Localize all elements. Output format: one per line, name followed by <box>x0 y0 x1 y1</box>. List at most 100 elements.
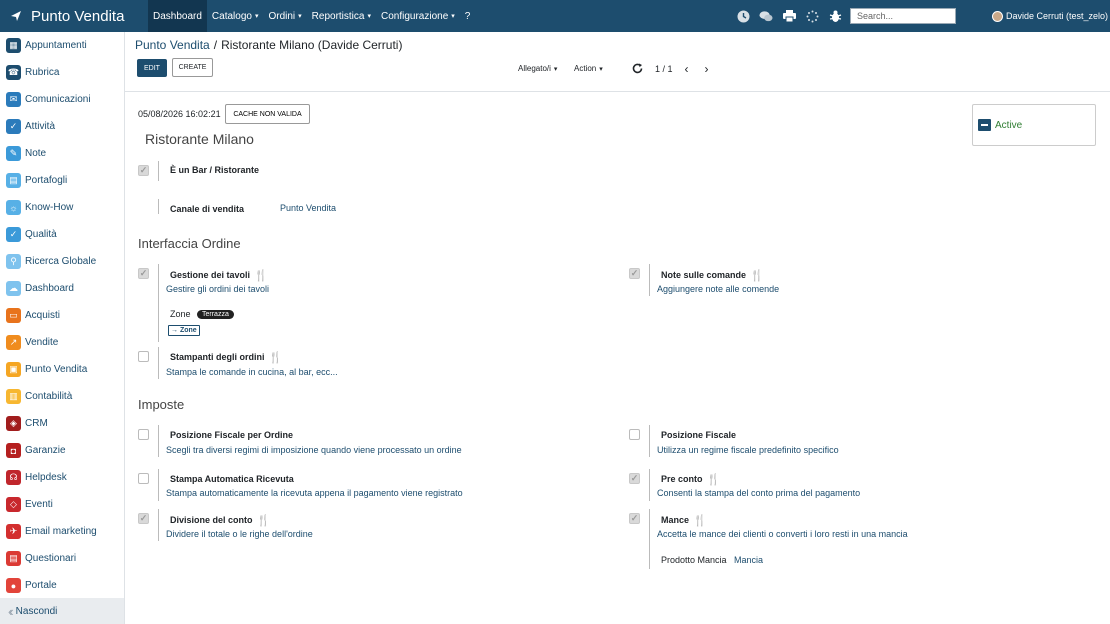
split-bill-checkbox[interactable] <box>138 513 149 524</box>
app-icon: ✈ <box>6 524 21 539</box>
fiscal-per-order-checkbox[interactable] <box>138 429 149 440</box>
table-management-label: Gestione dei tavoli 🍴 <box>170 269 268 282</box>
app-icon: ☁ <box>6 281 21 296</box>
sidebar-item-note[interactable]: ✎ Note <box>0 140 124 167</box>
attachment-dropdown[interactable]: Allegato/i ▾ <box>518 64 557 73</box>
sidebar-item-qualit-[interactable]: ✓ Qualità <box>0 221 124 248</box>
zones-button[interactable]: → Zone <box>168 325 200 336</box>
sidebar-item-crm[interactable]: ◈ CRM <box>0 410 124 437</box>
order-printers-label-text: Stampanti degli ordini <box>170 352 265 362</box>
menu-item-catalogo[interactable]: Catalogo ▾ <box>207 0 264 32</box>
menu-item-ordini[interactable]: Ordini ▾ <box>263 0 306 32</box>
table-management-label-text: Gestione dei tavoli <box>170 270 251 280</box>
sidebar-item-email-marketing[interactable]: ✈ Email marketing <box>0 518 124 545</box>
action-label: Action <box>574 64 597 73</box>
caret-down-icon: ▾ <box>599 66 603 73</box>
action-dropdown[interactable]: Action ▾ <box>574 64 603 73</box>
setting-divider <box>158 161 159 181</box>
pre-bill-checkbox[interactable] <box>629 473 640 484</box>
sidebar-item-attivit-[interactable]: ✓ Attività <box>0 113 124 140</box>
split-bill-label-text: Divisione del conto <box>170 515 253 525</box>
menu-item-label: Reportistica <box>311 10 365 22</box>
fiscal-per-order-label: Posizione Fiscale per Ordine <box>170 430 294 440</box>
sidebar-item-know-how[interactable]: ☼ Know-How <box>0 194 124 221</box>
sidebar-item-helpdesk[interactable]: ☊ Helpdesk <box>0 464 124 491</box>
pre-bill-desc: Consenti la stampa del conto prima del p… <box>657 488 861 498</box>
sidebar-item-label: Portale <box>25 580 57 591</box>
pager-value[interactable]: 1 / 1 <box>655 64 673 74</box>
sidebar-item-label: Eventi <box>25 499 53 510</box>
table-management-desc: Gestire gli ordini dei tavoli <box>166 284 270 294</box>
sidebar-item-questionari[interactable]: ▤ Questionari <box>0 545 124 572</box>
invalidate-cache-button[interactable]: CACHE NON VALIDA <box>225 104 310 124</box>
tips-checkbox[interactable] <box>629 513 640 524</box>
fiscal-position-checkbox[interactable] <box>629 429 640 440</box>
sidebar-item-appuntamenti[interactable]: ▦ Appuntamenti <box>0 32 124 59</box>
caret-down-icon: ▾ <box>298 13 302 20</box>
menu-item-configurazione[interactable]: Configurazione ▾ <box>376 0 460 32</box>
sidebar-item-label: Comunicazioni <box>25 94 91 105</box>
edit-button[interactable]: EDIT <box>137 59 167 77</box>
menu-item-reportistica[interactable]: Reportistica ▾ <box>307 0 376 32</box>
app-icon: ☊ <box>6 470 21 485</box>
fork-knife-icon: 🍴 <box>706 474 721 486</box>
sidebar-hide-button[interactable]: ‹‹ Nascondi <box>0 598 124 624</box>
table-management-checkbox[interactable] <box>138 268 149 279</box>
setting-divider <box>158 469 159 501</box>
avatar <box>992 10 1003 22</box>
status-button[interactable]: Active <box>972 104 1096 146</box>
user-menu[interactable]: Davide Cerruti (test_zelo) <box>992 0 1108 32</box>
order-printers-checkbox[interactable] <box>138 351 149 362</box>
global-search-input[interactable] <box>850 8 956 24</box>
sidebar-item-dashboard[interactable]: ☁ Dashboard <box>0 275 124 302</box>
app-icon: ✉ <box>6 92 21 107</box>
sidebar-item-ricerca-globale[interactable]: ⚲ Ricerca Globale <box>0 248 124 275</box>
clock-icon[interactable] <box>736 9 750 23</box>
menu-item-help[interactable]: ? <box>460 0 476 32</box>
app-icon: ▤ <box>6 551 21 566</box>
caret-down-icon: ▾ <box>451 13 455 20</box>
caret-down-icon: ▾ <box>254 13 259 20</box>
tip-product-value[interactable]: Mancia <box>734 555 763 565</box>
sidebar-item-acquisti[interactable]: ▭ Acquisti <box>0 302 124 329</box>
sidebar-item-comunicazioni[interactable]: ✉ Comunicazioni <box>0 86 124 113</box>
chat-icon[interactable] <box>759 9 773 23</box>
sidebar-item-portafogli[interactable]: ▤ Portafogli <box>0 167 124 194</box>
setting-divider <box>158 347 159 379</box>
breadcrumb-parent[interactable]: Punto Vendita <box>135 38 210 52</box>
is-bar-checkbox[interactable] <box>138 165 149 176</box>
brand[interactable]: Punto Vendita <box>0 8 140 25</box>
sidebar-list: ▦ Appuntamenti ☎ Rubrica ✉ Comunicazioni ✓ Atti… <box>0 32 124 599</box>
sidebar-item-eventi[interactable]: ◇ Eventi <box>0 491 124 518</box>
order-notes-desc: Aggiungere note alle comende <box>657 284 780 294</box>
chevron-right-icon[interactable]: › <box>705 62 709 76</box>
sidebar-item-label: Questionari <box>25 553 77 564</box>
fiscal-position-desc: Utilizza un regime fiscale predefinito s… <box>657 445 839 455</box>
print-icon[interactable] <box>782 9 796 23</box>
sidebar-item-vendite[interactable]: ↗ Vendite <box>0 329 124 356</box>
chevron-left-icon[interactable]: ‹ <box>685 62 689 76</box>
sidebar-item-rubrica[interactable]: ☎ Rubrica <box>0 59 124 86</box>
user-name: Davide Cerruti (test_zelo) <box>1006 11 1109 21</box>
create-button[interactable]: CREATE <box>172 58 213 77</box>
sidebar-item-contabilit-[interactable]: ▥ Contabilità <box>0 383 124 410</box>
brand-name: Punto Vendita <box>31 7 125 25</box>
menu-item-dashboard[interactable]: Dashboard <box>148 0 207 32</box>
order-notes-label: Note sulle comande 🍴 <box>661 269 764 282</box>
refresh-icon[interactable] <box>632 63 643 76</box>
setting-divider <box>158 425 159 457</box>
tip-product-label: Prodotto Mancia <box>661 555 727 565</box>
sidebar-item-label: Note <box>25 148 47 159</box>
sales-channel-value[interactable]: Punto Vendita <box>280 203 336 213</box>
sidebar-item-garanzie[interactable]: ◘ Garanzie <box>0 437 124 464</box>
auto-receipt-checkbox[interactable] <box>138 473 149 484</box>
sidebar-item-portale[interactable]: ● Portale <box>0 572 124 599</box>
sidebar-item-punto-vendita[interactable]: ▣ Punto Vendita <box>0 356 124 383</box>
bug-icon[interactable] <box>828 9 842 23</box>
order-notes-checkbox[interactable] <box>629 268 640 279</box>
sidebar-item-label: Portafogli <box>25 175 68 186</box>
setting-divider <box>649 469 650 501</box>
status-label: Active <box>995 119 1023 131</box>
caret-down-icon: ▾ <box>553 66 558 73</box>
sidebar-item-label: Rubrica <box>25 67 60 78</box>
